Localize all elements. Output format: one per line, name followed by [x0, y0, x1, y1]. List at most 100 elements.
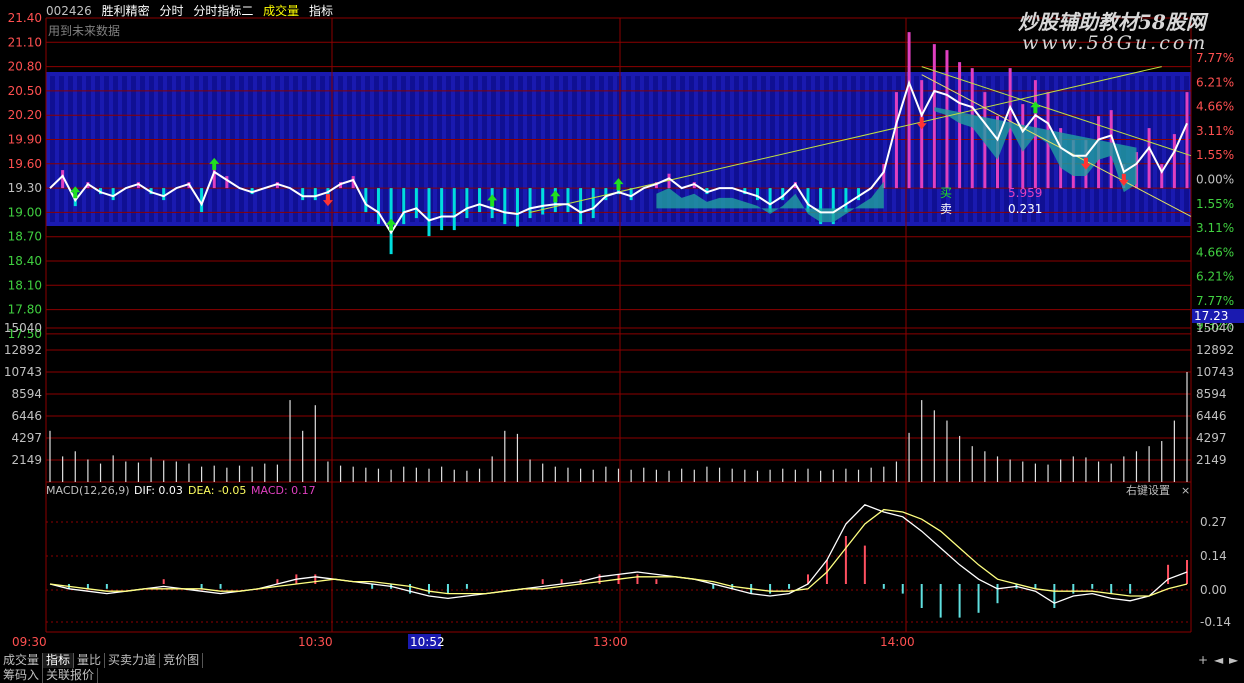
price-tick-left: 19.30 — [8, 181, 42, 195]
band-stripe — [977, 76, 982, 222]
band-stripe — [212, 76, 217, 222]
volume-tick-right: 10743 — [1196, 365, 1234, 379]
volume-tick-right: 2149 — [1196, 453, 1227, 467]
band-stripe — [923, 76, 928, 222]
band-stripe — [131, 76, 136, 222]
macd-tick-right: 0.00 — [1200, 583, 1227, 597]
price-tick-left: 19.00 — [8, 205, 42, 219]
band-stripe — [338, 76, 343, 222]
band-stripe — [941, 76, 946, 222]
band-stripe — [275, 76, 280, 222]
band-stripe — [257, 76, 262, 222]
stock-code: 002426 — [46, 4, 92, 18]
tab-volume-ratio[interactable]: 量比 — [74, 653, 106, 668]
band-stripe — [104, 76, 109, 222]
macd-settings-link[interactable]: 右键设置 — [1126, 483, 1170, 497]
price-tick-left: 17.80 — [8, 303, 42, 317]
tab-buy-sell-power[interactable]: 买卖力道 — [105, 653, 161, 668]
bottom-tabs-secondary: 筹码入 关联报价 — [0, 668, 99, 683]
band-stripe — [392, 76, 397, 222]
band-stripe — [482, 76, 487, 222]
header-item-indicator2[interactable]: 分时指标二 — [193, 4, 253, 18]
volume-tick-right: 4297 — [1196, 431, 1227, 445]
band-stripe — [293, 76, 298, 222]
volume-tick-right: 12892 — [1196, 343, 1234, 357]
band-stripe — [824, 76, 829, 222]
band-stripe — [446, 76, 451, 222]
volume-tick-left: 15040 — [4, 321, 42, 335]
band-stripe — [1139, 76, 1144, 222]
macd-tick-right: 0.27 — [1200, 515, 1227, 529]
price-tick-left: 20.80 — [8, 60, 42, 74]
macd-value: MACD: 0.17 — [251, 484, 316, 497]
price-tick-right: 4.66% — [1196, 100, 1234, 114]
chart-canvas[interactable]: 21.40 21.10 20.80 20.50 20.20 19.90 19.60 19.30… — [0, 0, 1244, 681]
tab-volume[interactable]: 成交量 — [0, 653, 44, 668]
indicator-value-2: 0.231 — [1008, 202, 1042, 216]
time-tick: 10:30 — [298, 635, 333, 649]
zoom-in-button[interactable]: + — [1198, 653, 1208, 667]
price-tick-right: 1.55% — [1196, 197, 1234, 211]
tab-auction[interactable]: 竞价图 — [160, 653, 204, 668]
band-stripe — [347, 76, 352, 222]
price-tick-right: 6.21% — [1196, 270, 1234, 284]
volume-tick-left: 4297 — [11, 431, 42, 445]
band-stripe — [50, 76, 55, 222]
price-tick-right: 3.11% — [1196, 221, 1234, 235]
macd-dif: DIF: 0.03 — [134, 484, 183, 497]
band-stripe — [1004, 76, 1009, 222]
future-data-note: 用到未来数据 — [48, 23, 120, 38]
band-stripe — [86, 76, 91, 222]
price-tick-right: 7.77% — [1196, 294, 1234, 308]
price-tick-right: 1.55% — [1196, 148, 1234, 162]
band-stripe — [410, 76, 415, 222]
macd-tick-right: 0.14 — [1200, 549, 1227, 563]
price-tick-left: 18.70 — [8, 230, 42, 244]
indicator-label-sell: 卖 — [940, 202, 952, 216]
band-stripe — [320, 76, 325, 222]
macd-tick-right: -0.14 — [1200, 615, 1231, 629]
band-stripe — [239, 76, 244, 222]
band-stripe — [59, 76, 64, 222]
scroll-right-button[interactable]: ► — [1229, 653, 1238, 667]
header-item-indicator[interactable]: 指标 — [309, 4, 333, 18]
header-item-timeshare[interactable]: 分时 — [159, 4, 183, 18]
price-tick-left: 18.10 — [8, 278, 42, 292]
time-tick: 09:30 — [12, 635, 47, 649]
band-stripe — [545, 76, 550, 222]
price-tick-right: 4.66% — [1196, 245, 1234, 259]
header-item-volume[interactable]: 成交量 — [263, 4, 299, 18]
bottom-tabs: 成交量 指标 量比 买卖力道 竞价图 — [0, 653, 204, 668]
volume-tick-right: 6446 — [1196, 409, 1227, 423]
close-icon[interactable]: × — [1181, 484, 1190, 497]
band-stripe — [248, 76, 253, 222]
band-stripe — [185, 76, 190, 222]
volume-tick-left: 10743 — [4, 365, 42, 379]
macd-title: MACD(12,26,9) — [46, 484, 130, 497]
band-stripe — [176, 76, 181, 222]
band-stripe — [122, 76, 127, 222]
band-stripe — [644, 76, 649, 222]
band-stripe — [509, 76, 514, 222]
band-stripe — [77, 76, 82, 222]
scroll-left-button[interactable]: ◄ — [1214, 653, 1223, 667]
indicator-value-1: 5.959 — [1008, 186, 1042, 200]
watermark-title: 炒股辅助教材58股网 — [1018, 10, 1206, 34]
indicator-label-buy: 买 — [940, 186, 952, 200]
time-tick: 14:00 — [880, 635, 915, 649]
band-stripe — [149, 76, 154, 222]
band-stripe — [284, 76, 289, 222]
volume-tick-left: 6446 — [11, 409, 42, 423]
tab-indicator[interactable]: 指标 — [43, 653, 75, 668]
band-stripe — [140, 76, 145, 222]
volume-tick-left: 2149 — [11, 453, 42, 467]
volume-tick-right: 15040 — [1196, 321, 1234, 335]
stock-chart-stage: 21.40 21.10 20.80 20.50 20.20 19.90 19.60 19.30… — [0, 0, 1244, 683]
time-tick: 13:00 — [593, 635, 628, 649]
band-stripe — [95, 76, 100, 222]
band-stripe — [707, 76, 712, 222]
band-stripe — [68, 76, 73, 222]
price-tick-left: 18.40 — [8, 254, 42, 268]
band-stripe — [743, 76, 748, 222]
volume-tick-left: 12892 — [4, 343, 42, 357]
